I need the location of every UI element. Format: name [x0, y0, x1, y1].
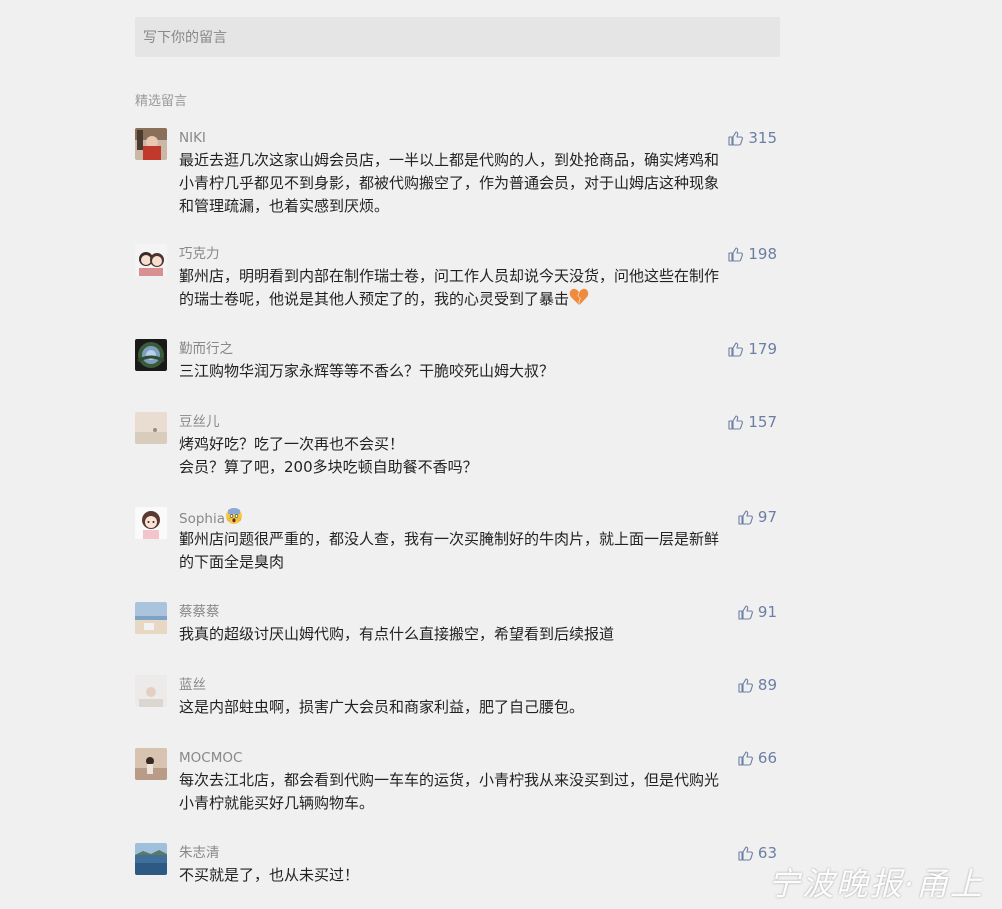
like-count: 157 — [748, 413, 777, 431]
nickname[interactable]: 勤而行之 — [179, 339, 780, 359]
comment-item: 巧克力 198 鄞州店，明明看到内部在制作瑞士卷，问工作人员却说今天没货，问他这… — [135, 244, 780, 311]
avatar[interactable] — [135, 339, 167, 371]
avatar[interactable] — [135, 128, 167, 160]
like-count: 91 — [757, 603, 777, 621]
thumbs-up-icon — [728, 247, 744, 262]
watermark-logo: 宁波晚报·甬上 — [767, 865, 984, 903]
nickname[interactable]: 蔡蔡蔡 — [179, 602, 780, 622]
like-button[interactable]: 91 — [737, 602, 777, 622]
like-button[interactable]: 89 — [737, 675, 777, 695]
broken-heart-icon — [569, 288, 589, 305]
like-button[interactable]: 157 — [727, 412, 777, 432]
comment-item: 勤而行之 179 三江购物华润万家永辉等等不香么？干脆咬死山姆大叔？ — [135, 339, 780, 383]
comment-text: 不买就是了，也从未买过！ — [179, 866, 360, 884]
nickname[interactable]: 豆丝儿 — [179, 412, 780, 432]
comment-text: 烤鸡好吃？吃了一次再也不会买！ 会员？算了吧，200多块吃顿自助餐不香吗？ — [179, 435, 478, 476]
comment-text: 鄞州店，明明看到内部在制作瑞士卷，问工作人员却说今天没货，问他这些在制作 的瑞士… — [179, 265, 780, 311]
comment-text: 三江购物华润万家永辉等等不香么？干脆咬死山姆大叔？ — [179, 362, 555, 380]
thumbs-up-icon — [738, 751, 753, 766]
nickname[interactable]: 朱志清 — [179, 843, 780, 863]
like-count: 66 — [757, 749, 777, 767]
like-count: 97 — [757, 508, 777, 526]
avatar[interactable] — [135, 412, 167, 444]
like-button[interactable]: 97 — [737, 507, 777, 527]
like-count: 198 — [748, 245, 777, 263]
comment-item: 豆丝儿 157 烤鸡好吃？吃了一次再也不会买！ 会员？算了吧，200多块吃顿自助… — [135, 412, 780, 479]
thumbs-up-icon — [728, 415, 744, 430]
comment-item: MOCMOC 66 每次去江北店，都会看到代购一车车的运货，小青柠我从来没买到过… — [135, 748, 780, 815]
nickname-text: Sophia — [179, 511, 225, 527]
like-button[interactable]: 179 — [727, 339, 777, 359]
comment-item: Sophia 97 鄞州店问题很严重的，都没人查，我有一次买腌制好的牛肉片，就上… — [135, 507, 780, 574]
scream-emoji-icon — [225, 508, 242, 524]
like-button[interactable]: 198 — [727, 244, 777, 264]
comment-input-placeholder: 写下你的留言 — [143, 30, 227, 46]
comment-text: 鄞州店问题很严重的，都没人查，我有一次买腌制好的牛肉片，就上面一层是新鲜 的下面… — [179, 530, 720, 571]
avatar[interactable] — [135, 843, 167, 875]
nickname[interactable]: 巧克力 — [179, 244, 780, 264]
like-button[interactable]: 66 — [737, 748, 777, 768]
comment-item: 蔡蔡蔡 91 我真的超级讨厌山姆代购，有点什么直接搬空，希望看到后续报道 — [135, 602, 780, 646]
comment-text: 最近去逛几次这家山姆会员店，一半以上都是代购的人，到处抢商品，确实烤鸡和 小青柠… — [179, 151, 720, 215]
comment-item: NIKI 315 最近去逛几次这家山姆会员店，一半以上都是代购的人，到处抢商品，… — [135, 128, 780, 218]
avatar[interactable] — [135, 675, 167, 707]
avatar[interactable] — [135, 244, 167, 276]
thumbs-up-icon — [738, 678, 753, 693]
comment-item: 蓝丝 89 这是内部蛀虫啊，损害广大会员和商家利益，肥了自己腰包。 — [135, 675, 780, 719]
like-count: 89 — [757, 676, 777, 694]
nickname[interactable]: MOCMOC — [179, 748, 780, 768]
thumbs-up-icon — [738, 510, 753, 525]
nickname[interactable]: 蓝丝 — [179, 675, 780, 695]
comment-text: 每次去江北店，都会看到代购一车车的运货，小青柠我从来没买到过，但是代购光 小青柠… — [179, 771, 720, 812]
nickname[interactable]: NIKI — [179, 128, 780, 148]
like-count: 179 — [748, 340, 777, 358]
like-count: 315 — [748, 129, 777, 147]
avatar[interactable] — [135, 507, 167, 539]
comment-item: 朱志清 63 不买就是了，也从未买过！ — [135, 843, 780, 887]
comment-text: 我真的超级讨厌山姆代购，有点什么直接搬空，希望看到后续报道 — [179, 625, 615, 643]
section-title: 精选留言 — [135, 94, 188, 109]
avatar[interactable] — [135, 748, 167, 780]
comment-text-body: 鄞州店，明明看到内部在制作瑞士卷，问工作人员却说今天没货，问他这些在制作 的瑞士… — [179, 267, 720, 308]
comment-input[interactable]: 写下你的留言 — [135, 17, 780, 57]
thumbs-up-icon — [728, 131, 744, 146]
like-button[interactable]: 315 — [727, 128, 777, 148]
thumbs-up-icon — [728, 342, 744, 357]
thumbs-up-icon — [738, 605, 753, 620]
avatar[interactable] — [135, 602, 167, 634]
comment-text: 这是内部蛀虫啊，损害广大会员和商家利益，肥了自己腰包。 — [179, 698, 585, 716]
thumbs-up-icon — [738, 846, 753, 861]
nickname[interactable]: Sophia — [179, 507, 780, 527]
